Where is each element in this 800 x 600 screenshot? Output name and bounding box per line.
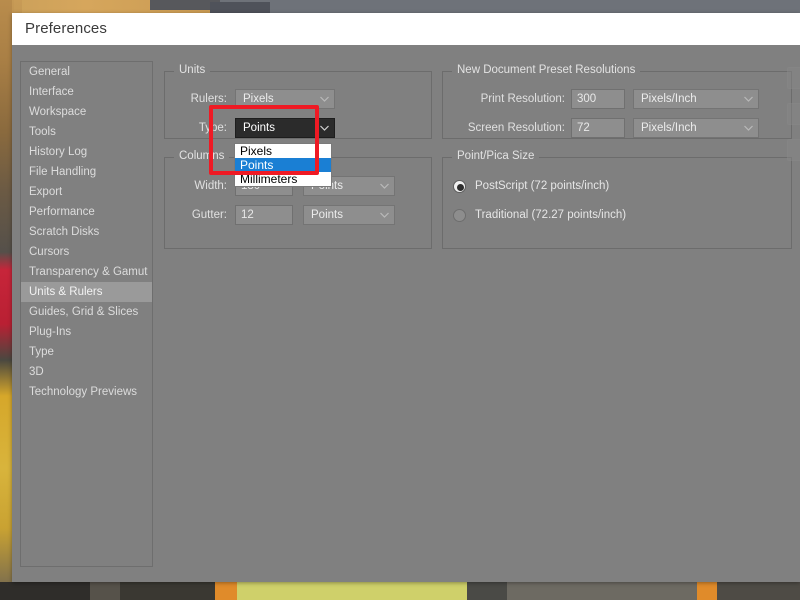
rulers-row: Rulers: Pixels [165, 89, 433, 109]
point-pica-option-postscript-label: PostScript (72 points/inch) [475, 180, 610, 192]
sidebar-item-label: Guides, Grid & Slices [29, 306, 139, 318]
sidebar-item-cursors[interactable]: Cursors [21, 242, 152, 262]
screen-resolution-unit-select[interactable]: Pixels/Inch [633, 118, 759, 138]
background-strip-yellow [237, 582, 467, 600]
point-pica-legend: Point/Pica Size [452, 150, 540, 162]
columns-group-legend: Columns [174, 150, 230, 162]
dropdown-option-points[interactable]: Points [235, 158, 331, 172]
dialog-title: Preferences [25, 20, 107, 37]
sidebar-item-label: Plug-Ins [29, 326, 72, 338]
background-strip-d [467, 582, 507, 600]
sidebar-item-label: Transparency & Gamut [29, 266, 148, 278]
sidebar-item-technology-previews[interactable]: Technology Previews [21, 382, 152, 402]
sidebar-item-transparency-gamut[interactable]: Transparency & Gamut [21, 262, 152, 282]
sidebar-item-label: 3D [29, 366, 44, 378]
dropdown-option-pixels[interactable]: Pixels [235, 144, 331, 158]
column-gutter-unit-select[interactable]: Points [303, 205, 395, 225]
dropdown-option-millimeters[interactable]: Millimeters [235, 172, 331, 186]
sidebar-item-label: Workspace [29, 106, 87, 118]
point-pica-option-postscript[interactable]: PostScript (72 points/inch) [453, 177, 783, 197]
background-strip-orange-2 [697, 582, 717, 600]
preferences-category-list[interactable]: General Interface Workspace Tools History Lo… [20, 61, 153, 567]
chevron-down-icon [320, 96, 329, 102]
column-gutter-label: Gutter: [191, 209, 227, 221]
sidebar-item-label: Scratch Disks [29, 226, 100, 238]
sidebar-item-label: Interface [29, 86, 74, 98]
sidebar-item-performance[interactable]: Performance [21, 202, 152, 222]
column-width-label: Width: [194, 180, 227, 192]
screen-resolution-unit-value: Pixels/Inch [641, 122, 697, 134]
sidebar-item-guides-grid-slices[interactable]: Guides, Grid & Slices [21, 302, 152, 322]
background-strip-b [90, 582, 120, 600]
sidebar-item-plug-ins[interactable]: Plug-Ins [21, 322, 152, 342]
sidebar-item-label: Units & Rulers [29, 286, 103, 298]
chevron-down-icon [744, 125, 753, 131]
sidebar-item-general[interactable]: General [21, 62, 152, 82]
print-resolution-label: Print Resolution: [480, 93, 565, 105]
sidebar-item-label: File Handling [29, 166, 97, 178]
sidebar-item-interface[interactable]: Interface [21, 82, 152, 102]
sidebar-item-label: General [29, 66, 70, 78]
sidebar-item-label: Cursors [29, 246, 70, 258]
chevron-down-icon [380, 212, 389, 218]
type-select-dropdown[interactable]: Pixels Points Millimeters [234, 143, 332, 187]
sidebar-item-type[interactable]: Type [21, 342, 152, 362]
chevron-down-icon [320, 125, 329, 131]
dialog-body: General Interface Workspace Tools History Lo… [12, 45, 800, 582]
background-strip-e [507, 582, 697, 600]
sidebar-item-label: Performance [29, 206, 95, 218]
radio-traditional-icon [453, 209, 466, 222]
rulers-select-value: Pixels [243, 93, 274, 105]
point-pica-option-traditional[interactable]: Traditional (72.27 points/inch) [453, 206, 783, 226]
ok-button-clipped[interactable] [787, 67, 800, 89]
screen-resolution-row: Screen Resolution: Pixels/Inch [443, 118, 793, 138]
print-resolution-input[interactable] [571, 89, 625, 109]
sidebar-item-label: Technology Previews [29, 386, 138, 398]
sidebar-item-workspace[interactable]: Workspace [21, 102, 152, 122]
sidebar-item-scratch-disks[interactable]: Scratch Disks [21, 222, 152, 242]
print-resolution-unit-value: Pixels/Inch [641, 93, 697, 105]
cancel-button-clipped[interactable] [787, 103, 800, 125]
column-gutter-input[interactable] [235, 205, 293, 225]
sidebar-item-units-rulers[interactable]: Units & Rulers [21, 282, 152, 302]
point-pica-group: Point/Pica Size PostScript (72 points/in… [442, 150, 792, 249]
sidebar-item-label: Tools [29, 126, 56, 138]
screen-resolution-input[interactable] [571, 118, 625, 138]
screen-resolution-label: Screen Resolution: [467, 122, 565, 134]
preset-resolutions-legend: New Document Preset Resolutions [452, 64, 641, 76]
type-select-value: Points [243, 122, 275, 134]
sidebar-item-label: Type [29, 346, 54, 358]
column-gutter-row: Gutter: Points [165, 205, 433, 225]
background-strip-orange [215, 582, 237, 600]
type-label: Type: [198, 122, 227, 134]
print-resolution-row: Print Resolution: Pixels/Inch [443, 89, 793, 109]
preferences-dialog: Preferences General Interface Workspace Too… [12, 13, 800, 582]
sidebar-item-tools[interactable]: Tools [21, 122, 152, 142]
dialog-titlebar[interactable]: Preferences [12, 13, 800, 45]
sidebar-item-export[interactable]: Export [21, 182, 152, 202]
rulers-select[interactable]: Pixels [235, 89, 335, 109]
sidebar-item-label: Export [29, 186, 63, 198]
background-strip-f [717, 582, 800, 600]
sidebar-item-label: History Log [29, 146, 88, 158]
type-row: Type: Points [165, 118, 433, 138]
preset-resolutions-group: New Document Preset Resolutions Print Re… [442, 64, 793, 139]
rulers-label: Rulers: [190, 93, 227, 105]
point-pica-option-traditional-label: Traditional (72.27 points/inch) [475, 209, 627, 221]
column-gutter-unit-value: Points [311, 209, 343, 221]
sidebar-item-3d[interactable]: 3D [21, 362, 152, 382]
units-group: Units Rulers: Pixels Type: Points [164, 64, 433, 139]
print-resolution-unit-select[interactable]: Pixels/Inch [633, 89, 759, 109]
units-group-legend: Units [174, 64, 211, 76]
chevron-down-icon [744, 96, 753, 102]
sidebar-item-file-handling[interactable]: File Handling [21, 162, 152, 182]
background-strip-c [120, 582, 215, 600]
type-select[interactable]: Points [235, 118, 335, 138]
chevron-down-icon [380, 183, 389, 189]
prev-button-clipped[interactable] [787, 139, 800, 161]
sidebar-item-history-log[interactable]: History Log [21, 142, 152, 162]
background-strip-a [0, 582, 90, 600]
radio-postscript-icon [453, 180, 466, 193]
